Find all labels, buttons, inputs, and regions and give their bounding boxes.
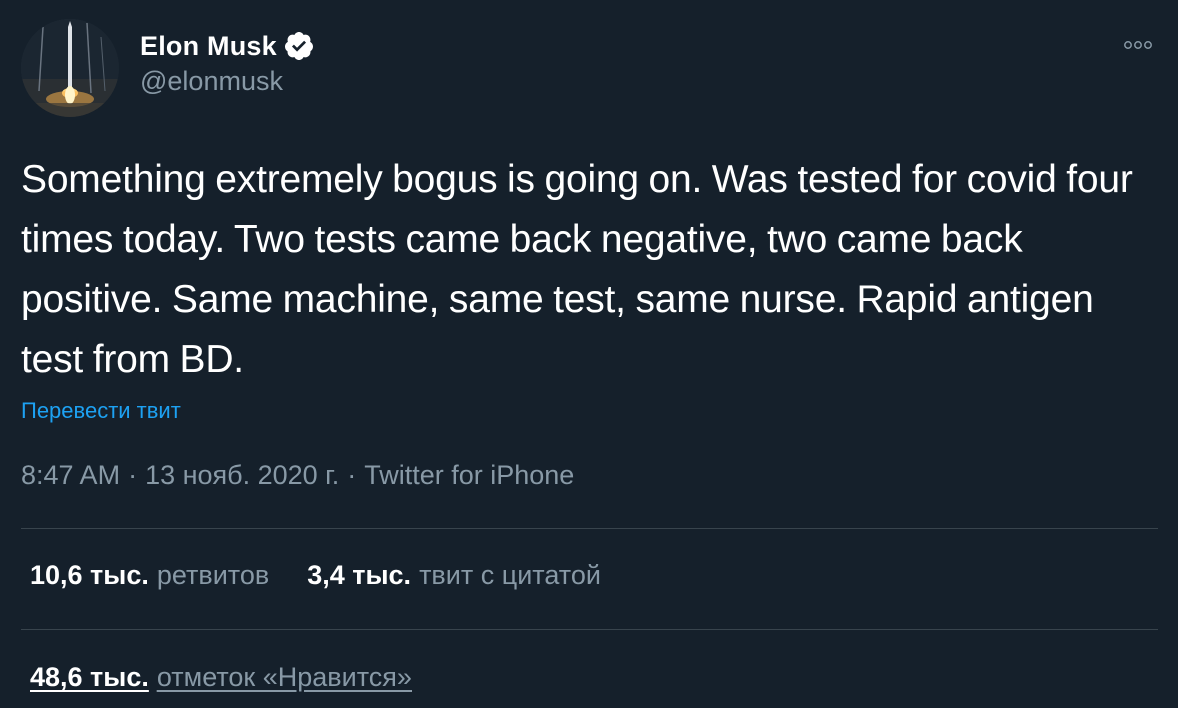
translate-tweet-link[interactable]: Перевести твит xyxy=(21,398,181,424)
retweets-label: ретвитов xyxy=(156,560,270,590)
author-name-row[interactable]: Elon Musk xyxy=(140,26,315,66)
likes-stat[interactable]: 48,6 тыс. отметок «Нравится» xyxy=(30,662,412,692)
likes-label: отметок «Нравится» xyxy=(156,662,412,692)
avatar[interactable] xyxy=(21,19,119,117)
more-options-icon[interactable] xyxy=(1118,30,1158,60)
retweets-stat[interactable]: 10,6 тыс. ретвитов xyxy=(30,560,269,591)
rocket-launch-avatar xyxy=(21,19,119,117)
author-handle[interactable]: @elonmusk xyxy=(140,66,283,97)
tweet-card: Elon Musk @elonmusk Something extremely … xyxy=(0,0,1178,708)
likes-count: 48,6 тыс. xyxy=(30,662,149,692)
stats-row: 10,6 тыс. ретвитов 3,4 тыс. твит с цитатой xyxy=(30,560,601,591)
tweet-source[interactable]: Twitter for iPhone xyxy=(364,460,574,490)
divider xyxy=(21,629,1158,630)
tweet-text: Something extremely bogus is going on. W… xyxy=(21,158,1133,381)
verified-badge-icon xyxy=(283,30,315,62)
meta-separator: · xyxy=(128,460,138,490)
author-name[interactable]: Elon Musk xyxy=(140,31,277,62)
tweet-time[interactable]: 8:47 AM xyxy=(21,460,120,490)
meta-separator: · xyxy=(347,460,357,490)
likes-row: 48,6 тыс. отметок «Нравится» xyxy=(30,662,412,693)
retweets-count: 10,6 тыс. xyxy=(30,560,149,590)
tweet-meta: 8:47 AM · 13 нояб. 2020 г. · Twitter for iPh… xyxy=(21,460,574,491)
tweet-date[interactable]: 13 нояб. 2020 г. xyxy=(145,460,339,490)
quote-tweets-stat[interactable]: 3,4 тыс. твит с цитатой xyxy=(307,560,601,591)
divider xyxy=(21,528,1158,529)
quote-tweets-count: 3,4 тыс. xyxy=(307,560,412,590)
quote-tweets-label: твит с цитатой xyxy=(419,560,601,590)
